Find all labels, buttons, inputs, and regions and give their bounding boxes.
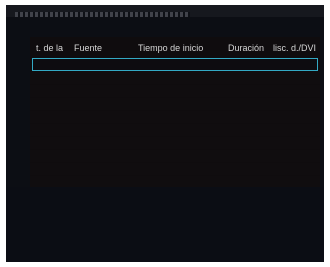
table-row[interactable] [30,124,320,136]
schedule-table: t. de la Fuente Tiempo de inicio Duració… [30,37,320,188]
column-header-disc: lisc. d./DVI [273,43,317,53]
table-row[interactable] [30,85,320,97]
table-row[interactable] [30,72,320,84]
table-header: t. de la Fuente Tiempo de inicio Duració… [30,37,320,57]
table-row[interactable] [30,98,320,110]
header-text-artifact [15,12,190,17]
screen: t. de la Fuente Tiempo de inicio Duració… [0,0,330,267]
column-header-type: t. de la [36,43,64,53]
table-row[interactable] [30,150,320,162]
bottom-area [6,187,324,262]
column-header-start-time: Tiempo de inicio [138,43,204,53]
table-row[interactable] [30,137,320,149]
table-row-selected[interactable] [32,58,318,71]
tv-screen: t. de la Fuente Tiempo de inicio Duració… [6,5,324,262]
table-row[interactable] [30,111,320,123]
column-header-duration: Duración [228,43,265,53]
table-row[interactable] [30,163,320,175]
column-header-source: Fuente [74,43,103,53]
